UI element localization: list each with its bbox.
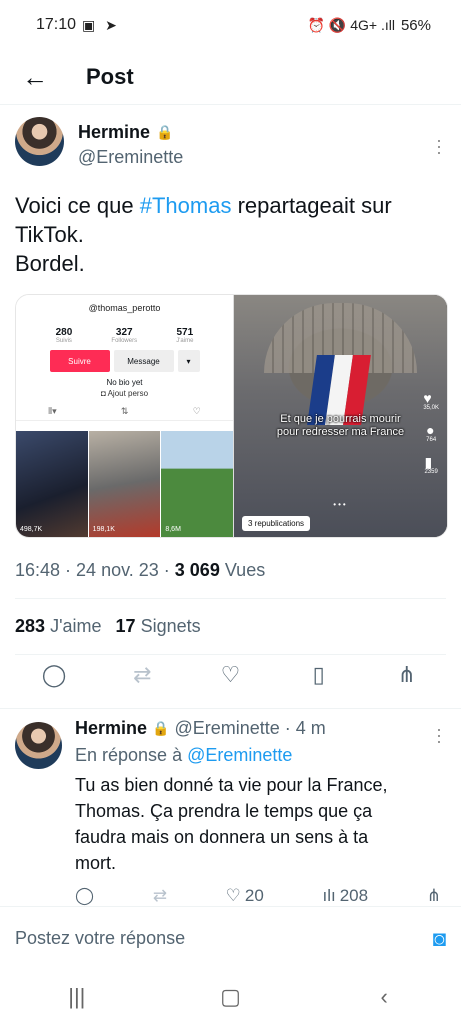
engagement-counts: 283 J'aime 17 Signets (15, 616, 201, 637)
tiktok-video-screenshot[interactable]: Et que je pourrais mourir pour redresser… (234, 295, 447, 537)
reply-age: · 4 m (284, 718, 326, 738)
page-title: Post (86, 64, 134, 89)
views-button[interactable]: ılı 208 (322, 886, 368, 906)
share-icon[interactable]: ⋔ (387, 662, 427, 688)
tiktok-stat: 327 Followers (111, 327, 138, 344)
post-text: Voici ce que #Thomas repartageait sur Ti… (15, 193, 392, 276)
status-bar: 17:10 ▣ ➤ ⏰ 🔇 4G+ .ıll 56% (0, 0, 461, 50)
lock-icon: 🔒 (152, 720, 170, 736)
battery-level: 56% (400, 16, 431, 34)
tiktok-stat: 571 J'aime (176, 327, 194, 344)
heart-lock-icon: ♡ (192, 406, 201, 416)
reply-author-name[interactable]: Hermine (75, 718, 147, 739)
reposts-badge: 3 republications (242, 516, 311, 531)
post-date: 24 nov. 23 (76, 560, 159, 580)
main-post: Hermine 🔒 @Ereminette · · · Voici ce que #… (0, 105, 461, 538)
post-media[interactable]: @thomas_perotto 280 Suivis 327 Followers 5… (15, 294, 448, 538)
views-count: 3 069 (174, 560, 220, 580)
tiktok-follow-label: Suivre (49, 350, 110, 372)
like-icon[interactable]: ♡ (210, 662, 250, 688)
post-time: 16:48 (15, 560, 61, 580)
author-name[interactable]: Hermine (78, 122, 150, 143)
video-caption: Et que je pourrais mourir pour redresser… (276, 413, 405, 438)
camera-icon[interactable]: ◙ (433, 926, 446, 952)
reply-author-handle[interactable]: @Ereminette (174, 718, 279, 739)
reply-input[interactable]: Postez votre réponse (15, 928, 185, 949)
divider (15, 654, 446, 655)
tiktok-video-thumb: 498,7K (16, 431, 88, 537)
retweet-icon[interactable]: ⇄ (153, 886, 167, 906)
reply-action-bar: ◯ ⇄ ♡ 20 ılı 208 ⋔ (75, 886, 441, 906)
divider (15, 598, 446, 599)
back-icon[interactable]: ‹ (354, 984, 414, 1010)
system-nav-bar: ||| ▢ ‹ (0, 970, 461, 1024)
tiktok-stat: 280 Suivis (55, 327, 73, 344)
instagram-icon: ◘ (100, 389, 108, 398)
tiktok-bio: No bio yet (106, 378, 143, 387)
avatar[interactable] (15, 117, 64, 166)
avatar[interactable] (15, 722, 62, 769)
arrow-left-icon[interactable]: ← (0, 62, 70, 93)
tiktok-add-link: Ajout perso (107, 389, 149, 398)
tiktok-message-label: Message (113, 350, 174, 372)
carousel-dots: ••• (333, 500, 348, 509)
notification-icons: ▣ ➤ (82, 16, 120, 33)
status-time: 17:10 (36, 16, 77, 33)
reply-to-link[interactable]: @Ereminette (187, 745, 292, 765)
grid-icon: ⦀▾ (48, 406, 57, 416)
comment-icon: ● (426, 422, 435, 438)
reply-context: En réponse à @Ereminette (75, 745, 293, 765)
repost-icon: ⇅ (120, 406, 129, 416)
retweet-icon[interactable]: ⇄ (122, 662, 162, 688)
more-options-icon[interactable]: · · · (436, 131, 442, 161)
tiktok-video-thumb: 198,1K (88, 431, 161, 537)
bookmarks-count-link[interactable]: 17 Signets (116, 616, 201, 637)
reply-composer[interactable]: Postez votre réponse ◙ (0, 906, 461, 970)
hashtag-link[interactable]: #Thomas (140, 193, 232, 218)
tiktok-profile-screenshot[interactable]: @thomas_perotto 280 Suivis 327 Followers 5… (16, 295, 234, 537)
heart-icon: ♥ (423, 390, 432, 406)
reply-text: Tu as bien donné ta vie pour la France, … (75, 775, 388, 873)
bookmark-icon[interactable]: ▯ (299, 662, 339, 688)
recent-apps-icon[interactable]: ||| (47, 984, 107, 1010)
action-bar: ◯ ⇄ ♡ ▯ ⋔ (0, 662, 461, 688)
post-meta: 16:48 · 24 nov. 23 · 3 069 Vues (15, 560, 266, 580)
bookmark-icon: ▮ (424, 454, 433, 470)
reply-post[interactable]: · · · Hermine 🔒 @Ereminette · 4 m En répon… (0, 718, 461, 876)
analytics-icon: ılı (322, 886, 336, 905)
reply-icon[interactable]: ◯ (75, 886, 94, 906)
home-icon[interactable]: ▢ (200, 984, 260, 1010)
reply-icon[interactable]: ◯ (34, 662, 74, 688)
more-options-icon[interactable]: · · · (436, 720, 442, 750)
like-icon: ♡ (225, 886, 241, 905)
likes-count-link[interactable]: 283 J'aime (15, 616, 102, 637)
tiktok-video-thumb: 8,6M (161, 431, 234, 537)
lock-icon: 🔒 (156, 124, 174, 140)
tiktok-handle: @thomas_perotto (88, 303, 161, 313)
like-button[interactable]: ♡ 20 (226, 886, 264, 906)
divider (0, 708, 461, 709)
author-handle[interactable]: @Ereminette (78, 147, 183, 168)
top-bar: ← Post (0, 50, 461, 105)
system-status-icons: ⏰ 🔇 4G+ .ıll (307, 16, 395, 33)
views-label: Vues (224, 560, 266, 580)
chevron-down-icon: ▾ (177, 350, 200, 372)
share-icon[interactable]: ⋔ (427, 886, 441, 906)
